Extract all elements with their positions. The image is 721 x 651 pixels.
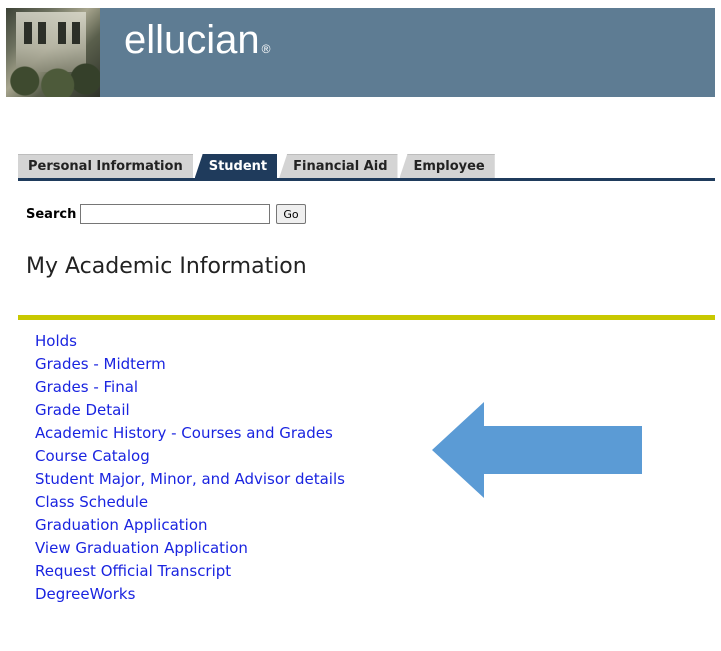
tab-financial-aid[interactable]: Financial Aid [279, 154, 398, 178]
search-go-button[interactable]: Go [276, 204, 306, 224]
ellucian-logo: ellucian ® [124, 20, 271, 60]
registered-mark: ® [261, 42, 271, 56]
link-grades-final[interactable]: Grades - Final [35, 378, 138, 396]
list-item: Class Schedule [35, 490, 345, 513]
header-banner: ellucian ® [6, 8, 715, 97]
search-input[interactable] [80, 204, 271, 224]
link-degreeworks[interactable]: DegreeWorks [35, 585, 135, 603]
list-item: View Graduation Application [35, 536, 345, 559]
link-view-graduation-application[interactable]: View Graduation Application [35, 539, 248, 557]
list-item: Student Major, Minor, and Advisor detail… [35, 467, 345, 490]
tab-student[interactable]: Student [194, 154, 278, 178]
campus-photo [6, 8, 100, 97]
list-item: Graduation Application [35, 513, 345, 536]
list-item: Request Official Transcript [35, 559, 345, 582]
list-item: Holds [35, 329, 345, 352]
tab-employee[interactable]: Employee [399, 154, 495, 178]
link-holds[interactable]: Holds [35, 332, 77, 350]
link-academic-history[interactable]: Academic History - Courses and Grades [35, 424, 333, 442]
list-item: DegreeWorks [35, 582, 345, 605]
tab-divider [18, 178, 715, 181]
banner-logo-area: ellucian ® [100, 8, 715, 97]
logo-text: ellucian [124, 18, 260, 62]
list-item: Course Catalog [35, 444, 345, 467]
search-label: Search [26, 206, 77, 222]
list-item: Grades - Final [35, 375, 345, 398]
academic-menu: Holds Grades - Midterm Grades - Final Gr… [35, 329, 345, 605]
link-graduation-application[interactable]: Graduation Application [35, 516, 208, 534]
list-item: Grades - Midterm [35, 352, 345, 375]
link-major-minor-advisor[interactable]: Student Major, Minor, and Advisor detail… [35, 470, 345, 488]
link-grades-midterm[interactable]: Grades - Midterm [35, 355, 166, 373]
link-course-catalog[interactable]: Course Catalog [35, 447, 150, 465]
link-grade-detail[interactable]: Grade Detail [35, 401, 130, 419]
main-tabs: Personal Information Student Financial A… [18, 148, 497, 178]
link-class-schedule[interactable]: Class Schedule [35, 493, 148, 511]
page-title: My Academic Information [26, 254, 307, 279]
list-item: Academic History - Courses and Grades [35, 421, 345, 444]
page: ellucian ® Personal Information Student F… [0, 0, 721, 651]
title-divider [18, 315, 715, 320]
search-bar: Search Go [26, 204, 306, 224]
tab-personal-information[interactable]: Personal Information [18, 154, 193, 178]
left-arrow-icon [432, 402, 642, 498]
list-item: Grade Detail [35, 398, 345, 421]
link-request-transcript[interactable]: Request Official Transcript [35, 562, 231, 580]
